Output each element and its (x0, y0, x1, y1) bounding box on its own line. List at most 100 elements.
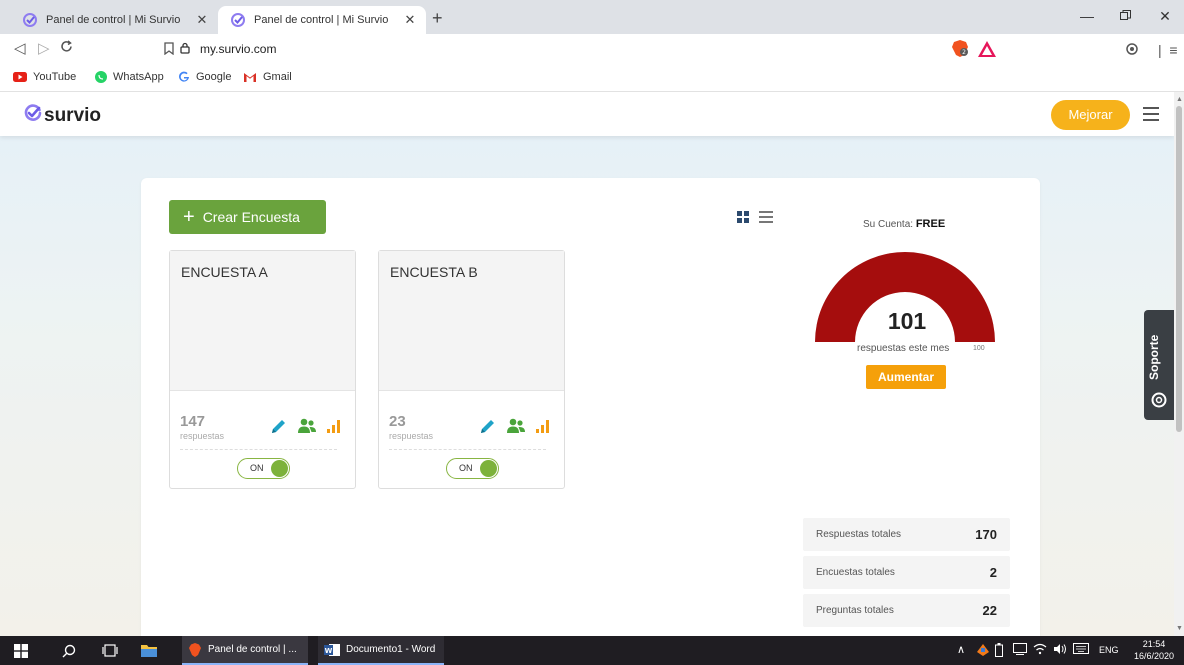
url-field[interactable]: my.survio.com (200, 42, 276, 56)
clock-date: 16/6/2020 (1133, 651, 1175, 661)
close-window-icon[interactable]: ✕ (1150, 8, 1180, 25)
dashboard-panel: + Crear Encuesta ENCUESTA A 147 respuest… (141, 178, 1040, 636)
hamburger-menu-icon[interactable] (1143, 107, 1159, 125)
bookmark-gmail[interactable]: Gmail (243, 71, 292, 83)
survey-thumbnail[interactable]: ENCUESTA A (170, 251, 355, 391)
page-scrollbar[interactable]: ▲ ▼ (1174, 92, 1184, 636)
list-view-icon[interactable] (759, 211, 773, 226)
taskbar-app-word[interactable]: W Documento1 - Word (318, 636, 444, 665)
reload-icon[interactable] (60, 40, 73, 58)
bookmark-label: WhatsApp (113, 71, 164, 83)
survio-favicon-icon (22, 12, 38, 28)
volume-icon[interactable] (1053, 643, 1067, 658)
brave-rewards-icon[interactable] (977, 40, 997, 61)
bookmark-label: YouTube (33, 71, 77, 83)
gmail-icon (243, 72, 257, 83)
search-icon[interactable] (62, 636, 76, 665)
browser-tab-active[interactable]: Panel de control | Mi Survio ✕ (218, 6, 426, 34)
edit-pencil-icon[interactable] (479, 417, 497, 438)
scrollbar-thumb[interactable] (1176, 106, 1182, 432)
responses-label: respuestas (180, 431, 225, 441)
gauge-label: respuestas este mes (857, 343, 950, 354)
responses-label: respuestas (389, 431, 434, 441)
task-view-icon[interactable] (102, 636, 118, 665)
bookmark-label: Google (196, 71, 232, 83)
card-divider (180, 449, 337, 450)
wifi-icon[interactable] (1033, 643, 1047, 658)
bookmark-youtube[interactable]: YouTube (13, 71, 76, 83)
plus-icon: + (183, 206, 195, 228)
results-chart-icon[interactable] (535, 418, 553, 437)
increase-button[interactable]: Aumentar (866, 365, 946, 389)
survey-toggle[interactable]: ON (446, 458, 499, 479)
taskbar-app-label: Documento1 - Word (346, 644, 436, 655)
word-icon: W (324, 643, 340, 657)
survey-card[interactable]: ENCUESTA A 147 respuestas ON (169, 250, 356, 489)
browser-menu-icon[interactable]: | ≡ (1158, 42, 1178, 58)
survey-toggle[interactable]: ON (237, 458, 290, 479)
logo-text: survio (44, 105, 102, 126)
share-users-icon[interactable] (506, 418, 526, 437)
restore-icon[interactable] (1110, 8, 1140, 24)
new-tab-button[interactable]: + (432, 9, 443, 27)
forward-icon[interactable]: ▷ (38, 40, 50, 58)
upgrade-button[interactable]: Mejorar (1051, 100, 1130, 130)
tray-overflow-icon[interactable]: ∧ (957, 643, 965, 656)
lock-icon[interactable] (180, 42, 190, 57)
survey-actions (479, 417, 553, 438)
toggle-label: ON (250, 463, 264, 473)
toggle-knob (271, 460, 288, 477)
survio-favicon-icon (230, 12, 246, 28)
account-label: Su Cuenta: (863, 219, 914, 230)
grid-view-icon[interactable] (737, 211, 749, 223)
results-chart-icon[interactable] (326, 418, 344, 437)
edit-pencil-icon[interactable] (270, 417, 288, 438)
responses-count: 23 (389, 413, 406, 430)
brave-browser-icon (188, 642, 202, 657)
wallet-icon[interactable] (1126, 43, 1138, 58)
survey-thumbnail[interactable]: ENCUESTA B (379, 251, 564, 391)
scroll-down-icon[interactable]: ▼ (1176, 625, 1183, 632)
bookmarks-bar: YouTube WhatsApp Google Gmail (0, 64, 1184, 92)
windows-taskbar: Panel de control | ... W Documento1 - Wo… (0, 636, 1184, 665)
close-tab-icon[interactable]: ✕ (194, 12, 210, 28)
svg-text:2: 2 (962, 49, 966, 56)
minimize-icon[interactable]: — (1072, 8, 1102, 24)
taskbar-app-browser[interactable]: Panel de control | ... (182, 636, 308, 665)
account-plan-value: FREE (915, 218, 946, 230)
tab-title: Panel de control | Mi Survio (254, 14, 389, 26)
file-explorer-icon[interactable] (140, 636, 158, 665)
stat-label: Encuestas totales (816, 567, 895, 578)
brave-shield-icon[interactable]: 2 (950, 40, 970, 61)
taskbar-clock[interactable]: 21:54 16/6/2020 (1126, 638, 1182, 662)
share-users-icon[interactable] (297, 418, 317, 437)
support-tab[interactable]: Soporte (1144, 310, 1174, 420)
bookmark-icon[interactable] (164, 42, 174, 58)
bookmark-google[interactable]: Google (178, 71, 231, 83)
survey-name: ENCUESTA B (390, 264, 478, 280)
create-survey-button[interactable]: + Crear Encuesta (169, 200, 326, 234)
browser-tab[interactable]: Panel de control | Mi Survio ✕ (10, 6, 218, 34)
survey-card[interactable]: ENCUESTA B 23 respuestas ON (378, 250, 565, 489)
bookmark-whatsapp[interactable]: WhatsApp (95, 71, 164, 83)
survey-name: ENCUESTA A (181, 264, 268, 280)
lifebuoy-icon (1151, 392, 1167, 411)
scroll-up-icon[interactable]: ▲ (1176, 96, 1183, 103)
stat-label: Preguntas totales (816, 605, 894, 616)
tray-app-icon[interactable] (975, 642, 991, 661)
toggle-knob (480, 460, 497, 477)
windows-start-icon[interactable] (14, 636, 28, 665)
language-indicator[interactable]: ENG (1099, 645, 1119, 655)
stat-value: 22 (982, 603, 997, 618)
battery-icon[interactable] (995, 643, 1003, 660)
survey-actions (270, 417, 344, 438)
responses-count: 147 (180, 413, 206, 430)
tab-title: Panel de control | Mi Survio (46, 14, 181, 26)
keyboard-icon[interactable] (1073, 643, 1089, 657)
back-icon[interactable]: ◁ (14, 40, 26, 58)
close-tab-icon[interactable]: ✕ (402, 12, 418, 28)
survio-logo[interactable]: survio (24, 104, 101, 128)
display-icon[interactable] (1013, 643, 1027, 658)
bookmark-label: Gmail (263, 71, 292, 83)
google-icon (178, 71, 190, 83)
